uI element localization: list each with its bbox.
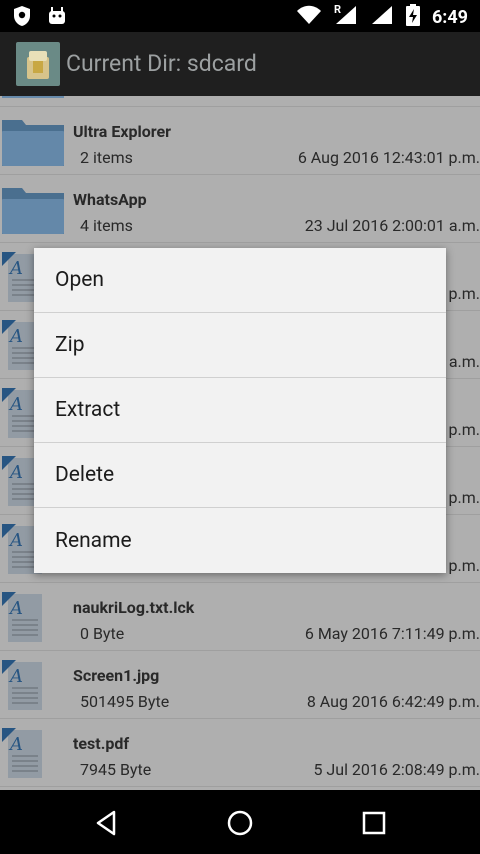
menu-item-rename[interactable]: Rename (34, 508, 446, 573)
page-title: Current Dir: sdcard (66, 50, 257, 77)
recents-icon[interactable] (359, 808, 389, 838)
menu-item-open[interactable]: Open (34, 248, 446, 313)
menu-item-extract[interactable]: Extract (34, 378, 446, 443)
status-bar: R 6:49 (0, 0, 480, 32)
signal-icon (370, 5, 394, 29)
shield-icon (12, 5, 32, 31)
signal-icon: R (333, 3, 358, 29)
clock: 6:49 (431, 6, 468, 28)
android-icon (46, 5, 68, 31)
home-icon[interactable] (225, 808, 255, 838)
roaming-label: R (333, 3, 341, 16)
context-menu: Open Zip Extract Delete Rename (34, 248, 446, 573)
app-bar: Current Dir: sdcard (0, 32, 480, 96)
wifi-icon (296, 5, 322, 29)
folder-app-icon[interactable] (16, 42, 60, 86)
navigation-bar (0, 790, 480, 854)
menu-item-zip[interactable]: Zip (34, 313, 446, 378)
menu-item-delete[interactable]: Delete (34, 443, 446, 508)
battery-charging-icon (405, 4, 420, 30)
back-icon[interactable] (92, 808, 122, 838)
